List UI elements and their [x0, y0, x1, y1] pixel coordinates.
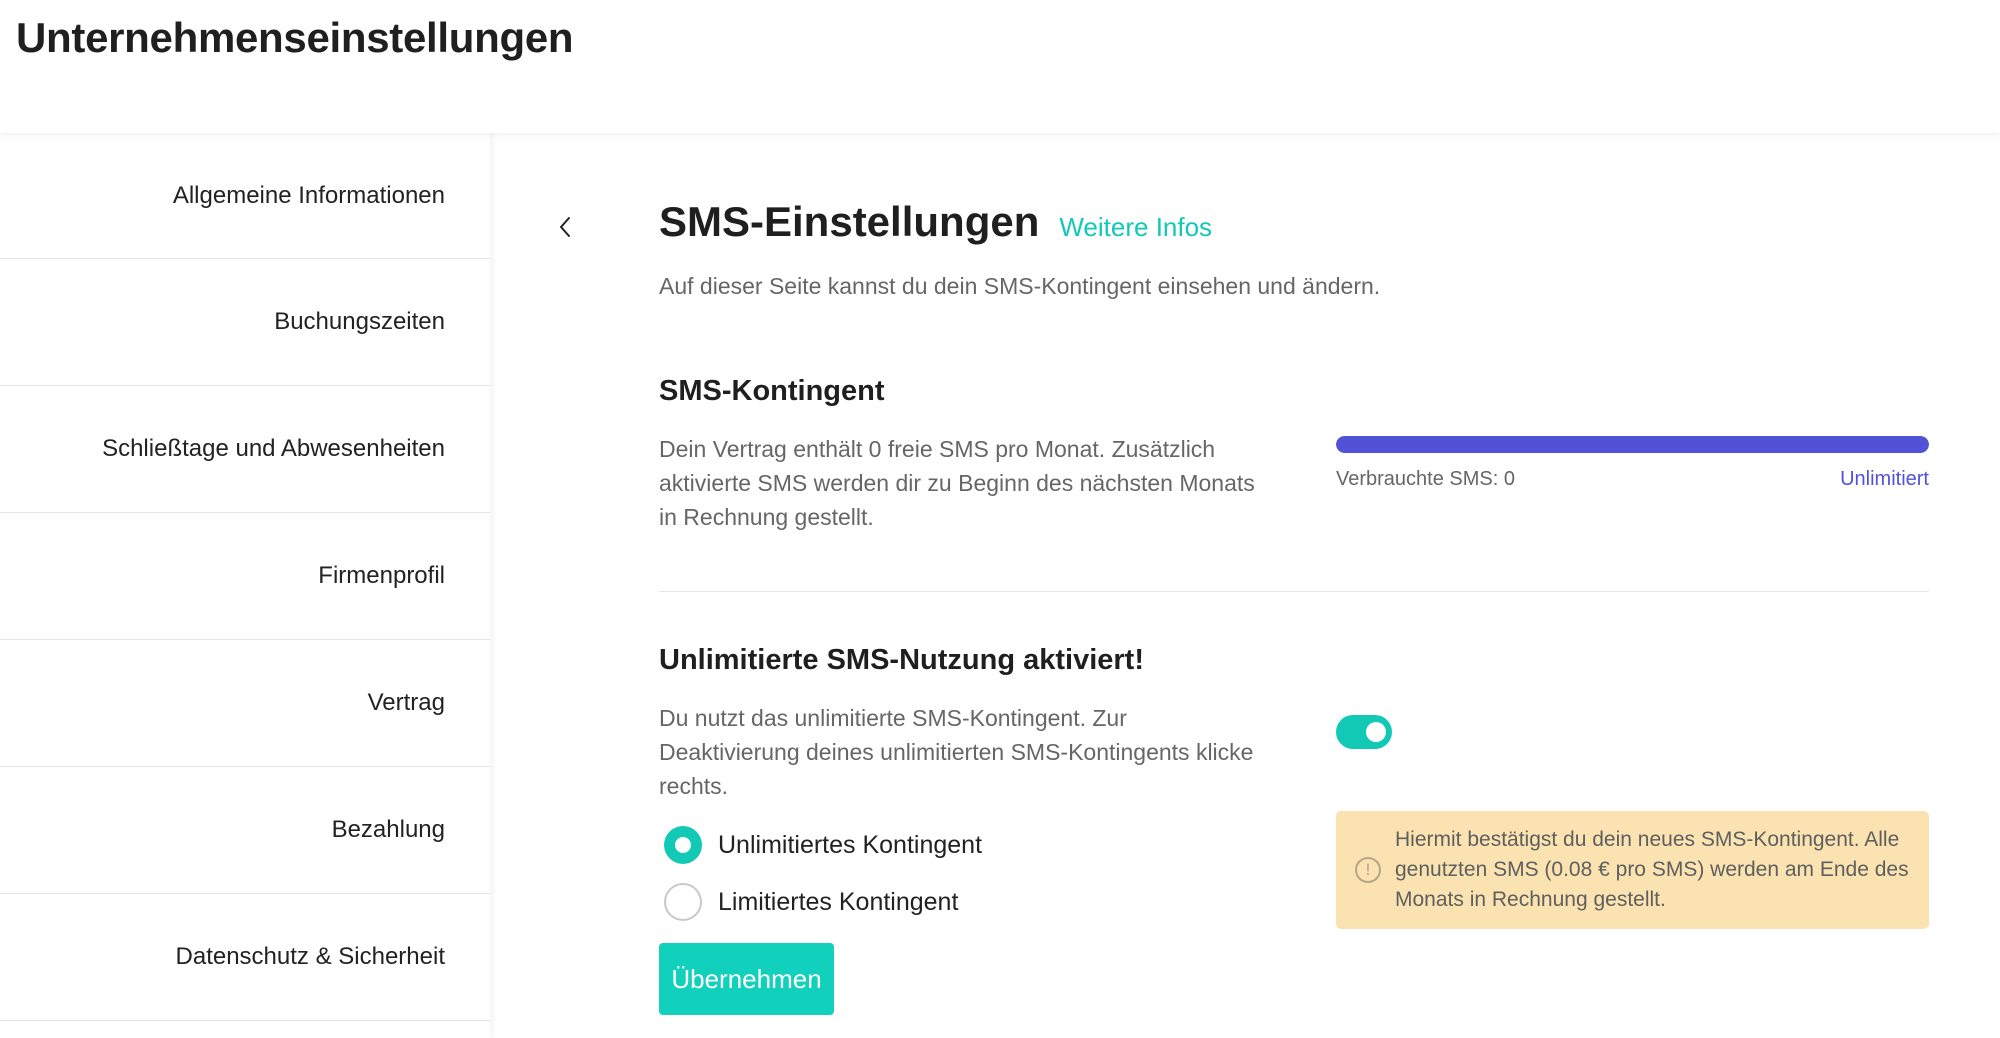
radio-label-limited: Limitiertes Kontingent [718, 887, 959, 916]
radio-button-limited[interactable] [664, 883, 702, 921]
sidebar-item-booking-times[interactable]: Buchungszeiten [0, 259, 490, 386]
quota-description: Dein Vertrag enthält 0 freie SMS pro Mon… [659, 436, 1255, 530]
sms-usage-progress-fill [1336, 436, 1929, 453]
section-divider [659, 591, 1929, 592]
more-info-link[interactable]: Weitere Infos [1059, 212, 1212, 243]
main-panel: SMS-Einstellungen Weitere Infos Auf dies… [490, 133, 2000, 1038]
sms-usage-progress-bar [1336, 436, 1929, 453]
sidebar-item-label: Allgemeine Informationen [172, 181, 445, 209]
settings-sidebar: Allgemeine Informationen Buchungszeiten … [0, 133, 490, 1038]
sidebar-item-label: Vertrag [367, 689, 445, 716]
radio-button-unlimited[interactable] [664, 826, 702, 864]
sidebar-item-contract[interactable]: Vertrag [0, 640, 490, 767]
sms-used-label: Verbrauchte SMS: 0 [1336, 468, 1515, 490]
chevron-left-icon [560, 217, 570, 237]
unlimited-sms-toggle[interactable] [1336, 715, 1392, 749]
toggle-knob [1366, 722, 1386, 742]
sidebar-item-label: Bezahlung [331, 816, 445, 843]
sidebar-item-general-info[interactable]: Allgemeine Informationen [0, 133, 490, 259]
sms-limit-label: Unlimitiert [1840, 468, 1929, 490]
confirmation-notice: ! Hiermit bestätigst du dein neues SMS-K… [1336, 811, 1929, 929]
sidebar-item-privacy-security[interactable]: Datenschutz & Sicherheit [0, 894, 490, 1021]
confirmation-notice-text: Hiermit bestätigst du dein neues SMS-Kon… [1395, 828, 1909, 911]
sidebar-item-label: Datenschutz & Sicherheit [175, 943, 445, 970]
page-header: Unternehmenseinstellungen [0, 0, 2000, 133]
sidebar-item-company-profile[interactable]: Firmenprofil [0, 513, 490, 640]
page-header-title: Unternehmenseinstellungen [16, 14, 574, 61]
sidebar-item-label: Firmenprofil [318, 562, 445, 589]
title-row: SMS-Einstellungen Weitere Infos [659, 198, 1212, 246]
unlimited-section-title: Unlimitierte SMS-Nutzung aktiviert! [659, 644, 1144, 676]
sidebar-item-closing-days[interactable]: Schließtage und Abwesenheiten [0, 386, 490, 513]
page-subtitle: Auf dieser Seite kannst du dein SMS-Kont… [659, 273, 1381, 299]
quota-section-title: SMS-Kontingent [659, 375, 885, 407]
page-title: SMS-Einstellungen [659, 198, 1040, 245]
sidebar-item-payment[interactable]: Bezahlung [0, 767, 490, 894]
radio-option-limited[interactable]: Limitiertes Kontingent [664, 883, 958, 921]
apply-button[interactable]: Übernehmen [659, 943, 834, 1015]
radio-label-unlimited: Unlimitiertes Kontingent [718, 830, 983, 859]
exclamation-circle-icon: ! [1355, 857, 1381, 883]
radio-option-unlimited[interactable]: Unlimitiertes Kontingent [664, 826, 982, 864]
back-button[interactable] [552, 211, 578, 243]
unlimited-description: Du nutzt das unlimitierte SMS-Kontingent… [659, 705, 1254, 799]
sidebar-item-label: Schließtage und Abwesenheiten [102, 435, 445, 462]
sidebar-item-label: Buchungszeiten [274, 308, 445, 335]
